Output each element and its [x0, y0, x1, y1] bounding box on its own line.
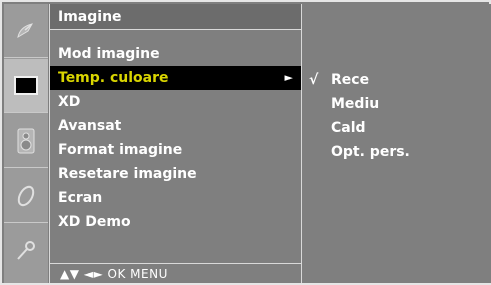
color-temperature-options: √ Rece Mediu Cald Opt. pers.: [303, 4, 491, 283]
option-warm[interactable]: Cald: [303, 116, 491, 140]
menu-item-picture-mode[interactable]: Mod imagine: [50, 42, 301, 66]
navigation-hint: ▲▼ ◄► OK MENU: [50, 263, 301, 283]
picture-menu: Imagine Mod imagine Temp. culoare ► XD A…: [49, 4, 302, 283]
category-audio[interactable]: [4, 114, 48, 168]
menu-item-aspect-ratio[interactable]: Format imagine: [50, 138, 301, 162]
menu-item-label: Ecran: [58, 190, 103, 206]
menu-item-label: Mod imagine: [58, 46, 160, 62]
menu-item-label: Resetare imagine: [58, 166, 197, 182]
menu-item-picture-reset[interactable]: Resetare imagine: [50, 162, 301, 186]
key-icon: [17, 241, 35, 260]
menu-item-label: Temp. culoare: [58, 70, 169, 86]
menu-item-label: XD Demo: [58, 214, 131, 230]
option-label: Rece: [331, 72, 370, 88]
menu-item-label: Format imagine: [58, 142, 183, 158]
option-label: Opt. pers.: [331, 144, 410, 160]
category-time[interactable]: [4, 169, 48, 223]
satellite-dish-icon: [17, 22, 34, 38]
option-label: Cald: [331, 120, 366, 136]
menu-item-label: Avansat: [58, 118, 122, 134]
option-cool[interactable]: √ Rece: [303, 68, 491, 92]
menu-item-screen[interactable]: Ecran: [50, 186, 301, 210]
clock-icon: [17, 185, 35, 206]
category-setup[interactable]: [4, 4, 48, 58]
picture-icon: [14, 75, 38, 95]
menu-title: Imagine: [50, 4, 301, 30]
menu-item-xd[interactable]: XD: [50, 90, 301, 114]
speaker-icon: [17, 128, 35, 153]
menu-item-advanced[interactable]: Avansat: [50, 114, 301, 138]
osd-menu: Imagine Mod imagine Temp. culoare ► XD A…: [0, 0, 491, 285]
menu-item-label: XD: [58, 94, 81, 110]
category-icon-column: [4, 4, 48, 283]
option-medium[interactable]: Mediu: [303, 92, 491, 116]
option-label: Mediu: [331, 96, 380, 112]
category-option[interactable]: [4, 224, 48, 278]
category-picture[interactable]: [4, 59, 48, 113]
menu-item-xd-demo[interactable]: XD Demo: [50, 210, 301, 234]
option-user[interactable]: Opt. pers.: [303, 140, 491, 164]
submenu-arrow-icon: ►: [284, 71, 293, 84]
check-icon: √: [309, 72, 319, 88]
menu-item-color-temperature[interactable]: Temp. culoare ►: [50, 66, 301, 90]
